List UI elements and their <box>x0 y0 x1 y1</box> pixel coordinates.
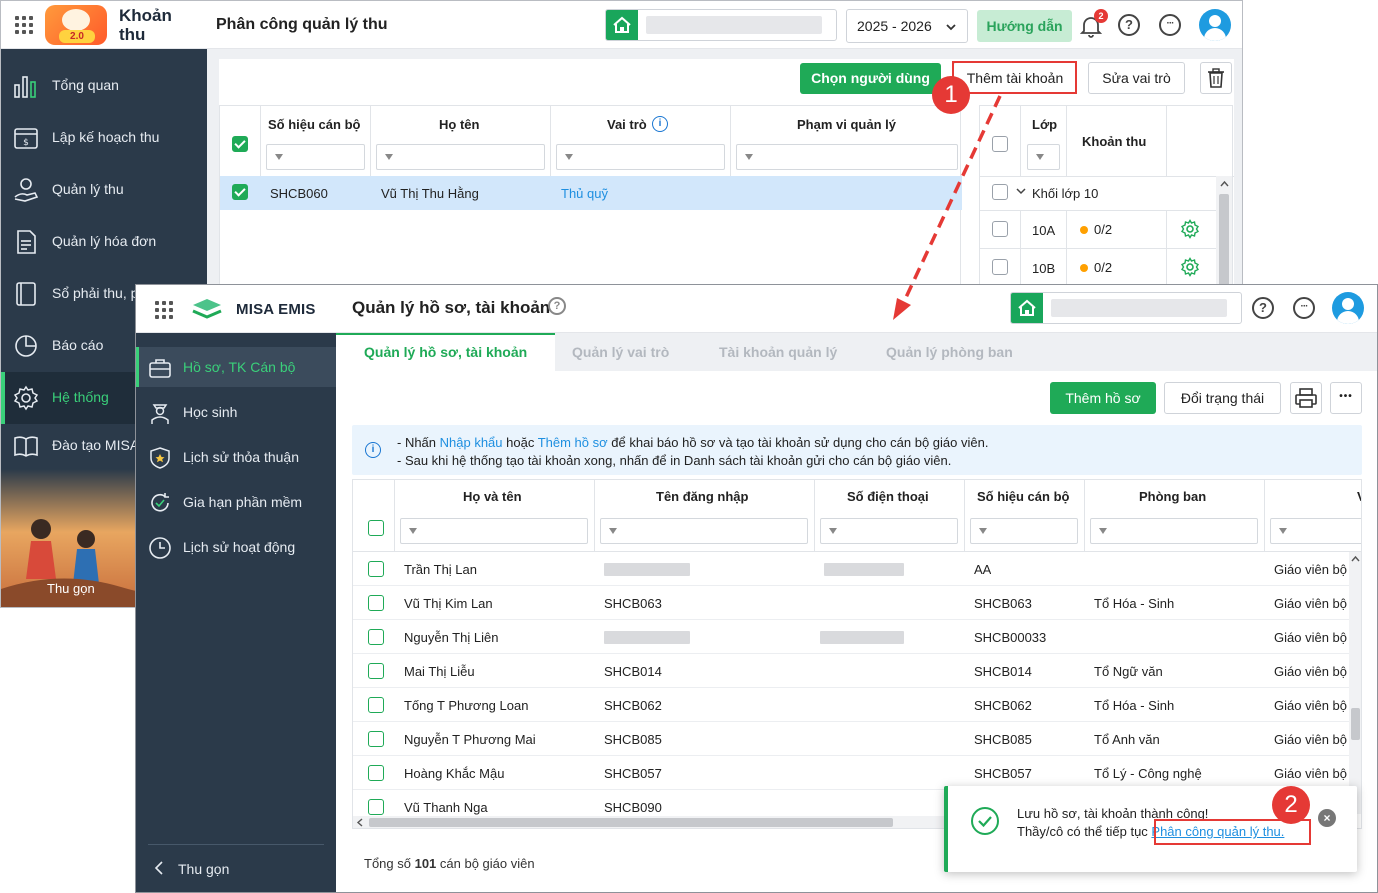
close-icon[interactable]: × <box>1318 809 1336 827</box>
step-arrow <box>893 95 1002 320</box>
step-2-marker: 2 <box>1272 786 1310 824</box>
success-check-icon <box>970 806 1000 836</box>
